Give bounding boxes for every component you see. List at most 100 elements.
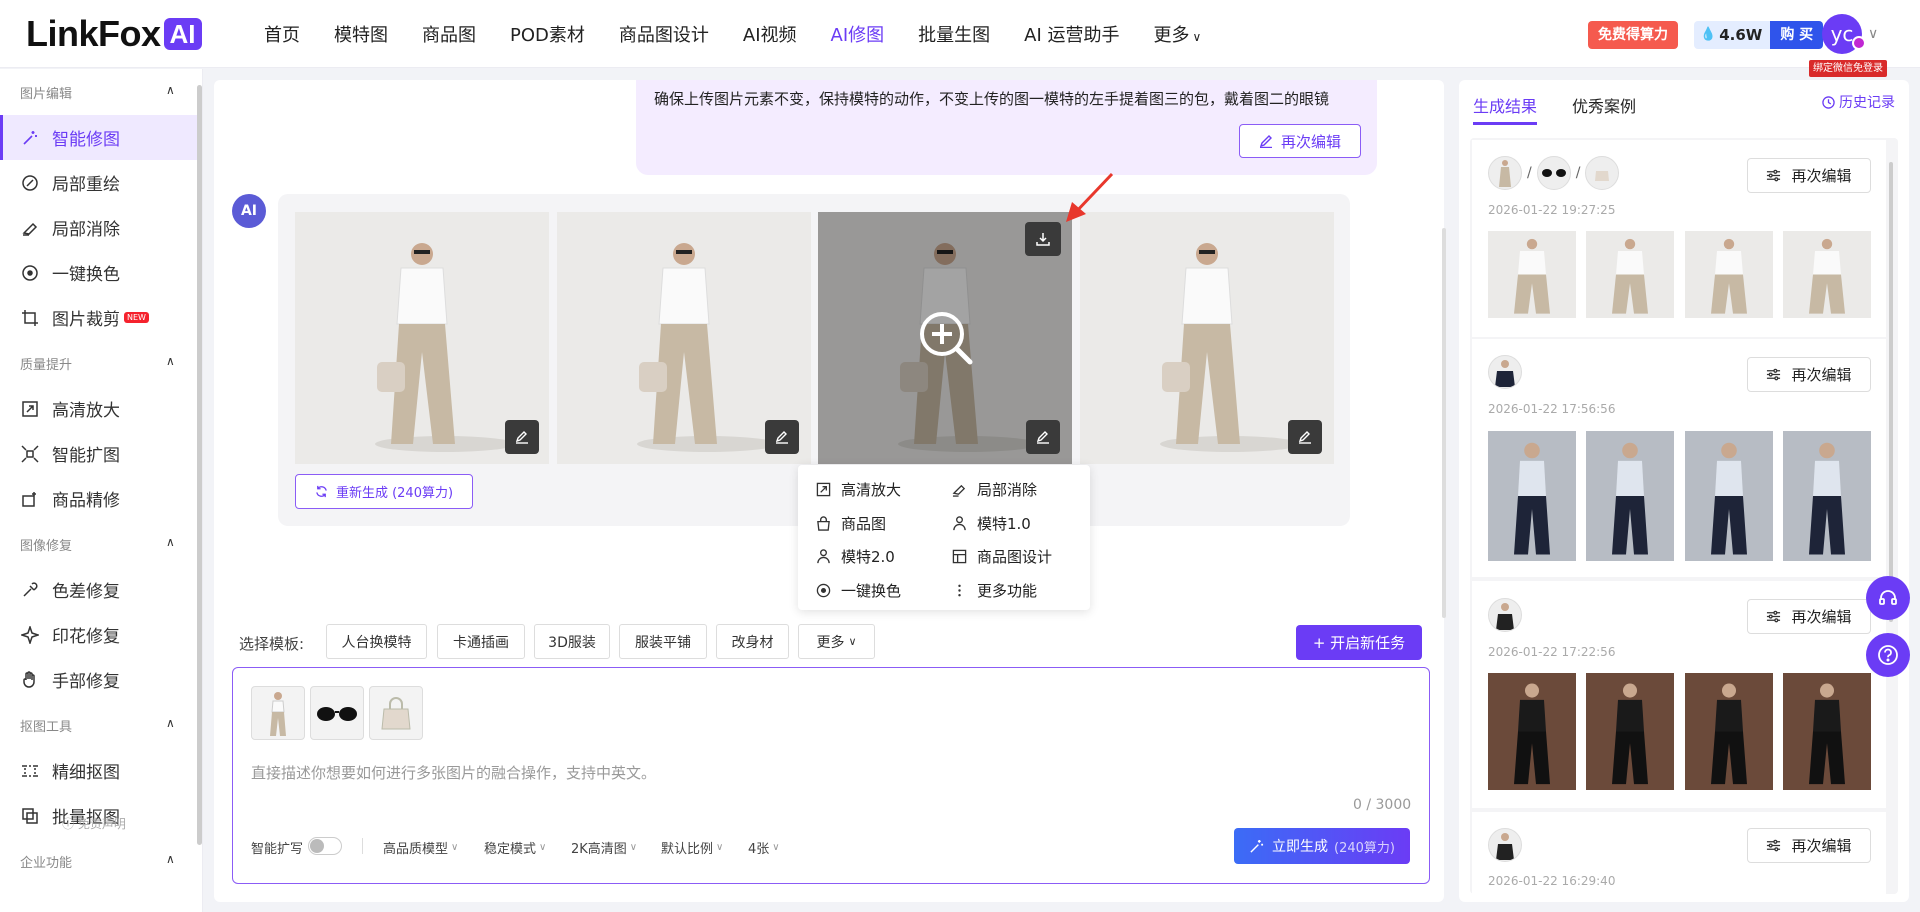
template-more-button[interactable]: 更多 ∨: [798, 624, 875, 659]
menu-item-product-design[interactable]: 商品图设计: [952, 546, 1052, 567]
nav-item-product[interactable]: 商品图: [422, 21, 476, 47]
sidebar-group-quality[interactable]: 质量提升 ∧: [0, 340, 202, 386]
chat-scrollbar[interactable]: [1442, 228, 1446, 618]
nav-item-batch[interactable]: 批量生图: [918, 21, 990, 47]
sidebar-scrollbar[interactable]: [197, 85, 202, 845]
nav-item-ai-retouch[interactable]: AI修图: [831, 21, 885, 47]
prompt-input[interactable]: 直接描述你想要如何进行多张图片的融合操作，支持中英文。: [251, 762, 656, 783]
credit-balance: 💧 4.6W: [1694, 21, 1771, 49]
result-image-1[interactable]: [295, 212, 549, 464]
smart-expand-toggle[interactable]: [308, 837, 342, 855]
sidebar-item-erase[interactable]: 局部消除: [0, 205, 202, 250]
menu-item-recolor[interactable]: 一键换色: [816, 580, 901, 601]
reedit-button[interactable]: 再次编辑: [1239, 124, 1361, 158]
edit-image-button[interactable]: [505, 420, 539, 454]
tab-showcase[interactable]: 优秀案例: [1572, 93, 1636, 117]
bind-wechat-tag[interactable]: 绑定微信免登录: [1809, 60, 1887, 77]
regenerate-button[interactable]: 重新生成 (240算力): [295, 474, 473, 509]
download-button[interactable]: [1025, 222, 1061, 256]
sidebar-item-refine[interactable]: 商品精修: [0, 476, 202, 521]
history-link[interactable]: 历史记录: [1822, 92, 1895, 112]
reference-image-1[interactable]: [251, 686, 305, 740]
menu-item-model-v2[interactable]: 模特2.0: [816, 546, 895, 567]
result-thumbnail[interactable]: [1685, 431, 1773, 561]
edit-image-button[interactable]: [1026, 420, 1060, 454]
result-thumbnail[interactable]: [1783, 431, 1871, 561]
ratio-select[interactable]: 默认比例 ∨: [661, 838, 723, 857]
nav-item-home[interactable]: 首页: [264, 21, 300, 47]
result-thumbnail[interactable]: [1488, 431, 1576, 561]
new-task-button[interactable]: + 开启新任务: [1296, 625, 1422, 660]
free-credits-button[interactable]: 免费得算力: [1588, 21, 1678, 49]
zoom-in-icon[interactable]: [918, 310, 974, 366]
result-reedit-button[interactable]: 再次编辑: [1747, 357, 1871, 392]
sidebar-group-repair[interactable]: 图像修复 ∧: [0, 521, 202, 567]
result-reedit-button[interactable]: 再次编辑: [1747, 828, 1871, 863]
sidebar-item-hand-fix[interactable]: 手部修复: [0, 657, 202, 702]
buy-button[interactable]: 购 买: [1770, 21, 1824, 49]
result-thumbnail[interactable]: [1488, 231, 1576, 318]
sidebar-item-inpaint[interactable]: 局部重绘: [0, 160, 202, 205]
nav-item-model[interactable]: 模特图: [334, 21, 388, 47]
sidebar-item-expand[interactable]: 智能扩图: [0, 431, 202, 476]
reference-image-2[interactable]: [310, 686, 364, 740]
sidebar-group-enterprise[interactable]: 企业功能 ∧: [0, 838, 202, 884]
result-entry-date: 2026-01-22 17:56:56: [1488, 402, 1616, 416]
edit-image-button[interactable]: [1288, 420, 1322, 454]
tab-results[interactable]: 生成结果: [1473, 93, 1537, 117]
template-3d-clothing[interactable]: 3D服装: [534, 624, 610, 659]
result-thumbnail[interactable]: [1586, 673, 1674, 790]
template-cartoon[interactable]: 卡通插画: [437, 624, 525, 659]
result-image-2[interactable]: [557, 212, 811, 464]
disclaimer-link[interactable]: ⓘ 免责声明: [62, 815, 126, 832]
nav-item-product-design[interactable]: 商品图设计: [619, 21, 709, 47]
magic-wand-icon: [1250, 839, 1264, 853]
count-select[interactable]: 4张 ∨: [748, 838, 780, 857]
sidebar-item-crop[interactable]: 图片裁剪 NEW: [0, 295, 202, 340]
help-button[interactable]: [1866, 633, 1910, 677]
nav-item-ops-assistant[interactable]: AI 运营助手: [1024, 21, 1119, 47]
sidebar-item-recolor[interactable]: 一键换色: [0, 250, 202, 295]
result-reedit-button[interactable]: 再次编辑: [1747, 158, 1871, 193]
result-thumbnail[interactable]: [1783, 231, 1871, 318]
result-thumbnail[interactable]: [1685, 673, 1773, 790]
menu-item-more-features[interactable]: 更多功能: [952, 580, 1037, 601]
result-thumbnail[interactable]: [1586, 431, 1674, 561]
result-thumbnail[interactable]: [1685, 231, 1773, 318]
sidebar-group-image-edit[interactable]: 图片编辑 ∧: [0, 69, 202, 115]
result-thumbnail[interactable]: [1586, 231, 1674, 318]
sidebar-item-print-fix[interactable]: 印花修复: [0, 612, 202, 657]
sidebar-item-smart-retouch[interactable]: 智能修图: [0, 115, 202, 160]
resolution-select[interactable]: 2K高清图 ∨: [571, 838, 637, 857]
generate-button[interactable]: 立即生成 (240算力): [1234, 828, 1410, 864]
reference-image-3[interactable]: [369, 686, 423, 740]
results-scrollbar[interactable]: [1889, 162, 1893, 622]
support-button[interactable]: [1866, 576, 1910, 620]
option-label: 2K高清图: [571, 842, 627, 857]
template-body-shape[interactable]: 改身材: [716, 624, 789, 659]
sidebar-item-upscale[interactable]: 高清放大: [0, 386, 202, 431]
sidebar-item-fine-cutout[interactable]: 精细抠图: [0, 748, 202, 793]
template-mannequin-to-model[interactable]: 人台换模特: [326, 624, 427, 659]
result-thumbnail[interactable]: [1783, 673, 1871, 790]
menu-item-erase[interactable]: 局部消除: [952, 479, 1037, 500]
nav-menu: 首页 模特图 商品图 POD素材 商品图设计 AI视频 AI修图 批量生图 AI…: [264, 0, 1235, 68]
sidebar-item-color-fix[interactable]: 色差修复: [0, 567, 202, 612]
chevron-down-icon[interactable]: ∨: [1868, 26, 1878, 42]
template-flatlay[interactable]: 服装平铺: [619, 624, 707, 659]
logo[interactable]: LinkFox AI: [26, 16, 202, 52]
model-quality-select[interactable]: 高品质模型 ∨: [383, 838, 458, 857]
sidebar-group-cutout[interactable]: 抠图工具 ∧: [0, 702, 202, 748]
smart-expand-label: 智能扩写: [251, 842, 304, 857]
menu-item-model-v1[interactable]: 模特1.0: [952, 513, 1031, 534]
result-image-4[interactable]: [1080, 212, 1334, 464]
menu-item-product[interactable]: 商品图: [816, 513, 886, 534]
nav-item-pod[interactable]: POD素材: [510, 21, 585, 47]
mode-select[interactable]: 稳定模式 ∨: [484, 838, 546, 857]
nav-item-more[interactable]: 更多 ∨: [1153, 21, 1201, 47]
edit-image-button[interactable]: [765, 420, 799, 454]
nav-item-ai-video[interactable]: AI视频: [743, 21, 797, 47]
menu-item-upscale[interactable]: 高清放大: [816, 479, 901, 500]
result-reedit-button[interactable]: 再次编辑: [1747, 599, 1871, 634]
result-thumbnail[interactable]: [1488, 673, 1576, 790]
